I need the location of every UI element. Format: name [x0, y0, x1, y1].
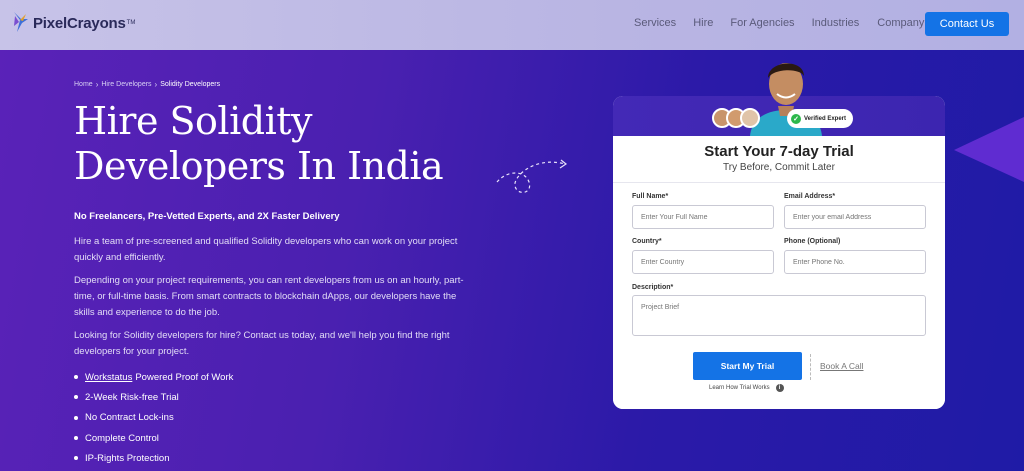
start-trial-button[interactable]: Start My Trial [693, 352, 802, 380]
checkmark-icon: ✓ [791, 113, 801, 124]
phone-input[interactable] [784, 250, 926, 274]
bullet-icon [74, 456, 78, 461]
page-title: Hire Solidity Developers In India [74, 99, 514, 189]
contact-us-button[interactable]: Contact Us [925, 12, 1009, 36]
list-item: Complete Control [74, 428, 233, 448]
bullet-icon [74, 395, 78, 400]
hero-subhead: No Freelancers, Pre-Vetted Experts, and … [74, 211, 340, 222]
description-label: Description* [632, 284, 674, 291]
country-label: Country* [632, 238, 662, 245]
nav-services[interactable]: Services [634, 17, 676, 29]
phone-label: Phone (Optional) [784, 238, 841, 245]
form-divider [613, 182, 945, 183]
full-name-input[interactable] [632, 205, 774, 229]
breadcrumb-current: Solidity Developers [160, 81, 221, 88]
dashed-arrow-icon [496, 159, 568, 193]
decorative-triangle [954, 117, 1024, 182]
nav-company[interactable]: Company [877, 17, 924, 29]
bullet-text: IP-Rights Protection [85, 452, 170, 464]
expert-avatars [712, 108, 760, 128]
bullet-icon [74, 375, 78, 380]
list-item: IP-Rights Protection [74, 448, 233, 468]
breadcrumb: Home › Hire Developers › Solidity Develo… [74, 80, 220, 89]
breadcrumb-home[interactable]: Home [74, 81, 93, 88]
title-line-2: Developers In India [74, 144, 444, 188]
country-input[interactable] [632, 250, 774, 274]
hero-paragraph-2: Depending on your project requirements, … [74, 275, 464, 318]
bullet-text: 2-Week Risk-free Trial [85, 391, 179, 403]
avatar [740, 108, 760, 128]
breadcrumb-chevron-icon: › [95, 80, 99, 89]
list-item: Workstatus Powered Proof of Work [74, 367, 233, 387]
verified-expert-badge: ✓ Verified Expert [787, 109, 854, 128]
list-item: 2-Week Risk-free Trial [74, 387, 233, 407]
form-title: Start Your 7-day Trial [704, 143, 854, 160]
list-item: No Contract Lock-ins [74, 408, 233, 428]
full-name-label: Full Name* [632, 193, 669, 200]
breadcrumb-hire-developers[interactable]: Hire Developers [101, 81, 151, 88]
logo-trademark: TM [126, 20, 136, 26]
book-a-call-link[interactable]: Book A Call [820, 361, 863, 371]
title-line-1: Hire Solidity [74, 99, 312, 143]
bullet-icon [74, 436, 78, 441]
bullet-text: Complete Control [85, 432, 159, 444]
description-textarea[interactable] [632, 295, 926, 336]
main-nav: Services Hire For Agencies Industries Co… [634, 17, 924, 29]
logo[interactable]: PixelCrayons TM [11, 10, 135, 36]
nav-industries[interactable]: Industries [812, 17, 860, 29]
hero-paragraph-1: Hire a team of pre-screened and qualifie… [74, 236, 458, 263]
email-label: Email Address* [784, 193, 836, 200]
logo-text: PixelCrayons [33, 14, 126, 32]
learn-label: Learn How Trial Works [709, 385, 770, 391]
site-header: PixelCrayons TM Services Hire For Agenci… [0, 0, 1024, 50]
email-input[interactable] [784, 205, 926, 229]
bullet-text: Powered Proof of Work [135, 371, 234, 383]
benefit-list: Workstatus Powered Proof of Work 2-Week … [74, 367, 233, 468]
hummingbird-logo-icon [14, 12, 28, 32]
nav-for-agencies[interactable]: For Agencies [730, 17, 794, 29]
form-subtitle: Try Before, Commit Later [723, 162, 835, 173]
learn-how-trial-works[interactable]: Learn How Trial Works i [709, 384, 784, 392]
verified-label: Verified Expert [804, 115, 847, 122]
bullet-icon [74, 415, 78, 420]
workstatus-link[interactable]: Workstatus [85, 372, 132, 383]
dashed-divider [810, 354, 811, 380]
breadcrumb-chevron-icon: › [154, 80, 158, 89]
info-icon[interactable]: i [775, 384, 784, 392]
nav-hire[interactable]: Hire [693, 17, 713, 29]
hero-paragraph-3: Looking for Solidity developers for hire… [74, 330, 450, 357]
bullet-text: No Contract Lock-ins [85, 412, 174, 424]
